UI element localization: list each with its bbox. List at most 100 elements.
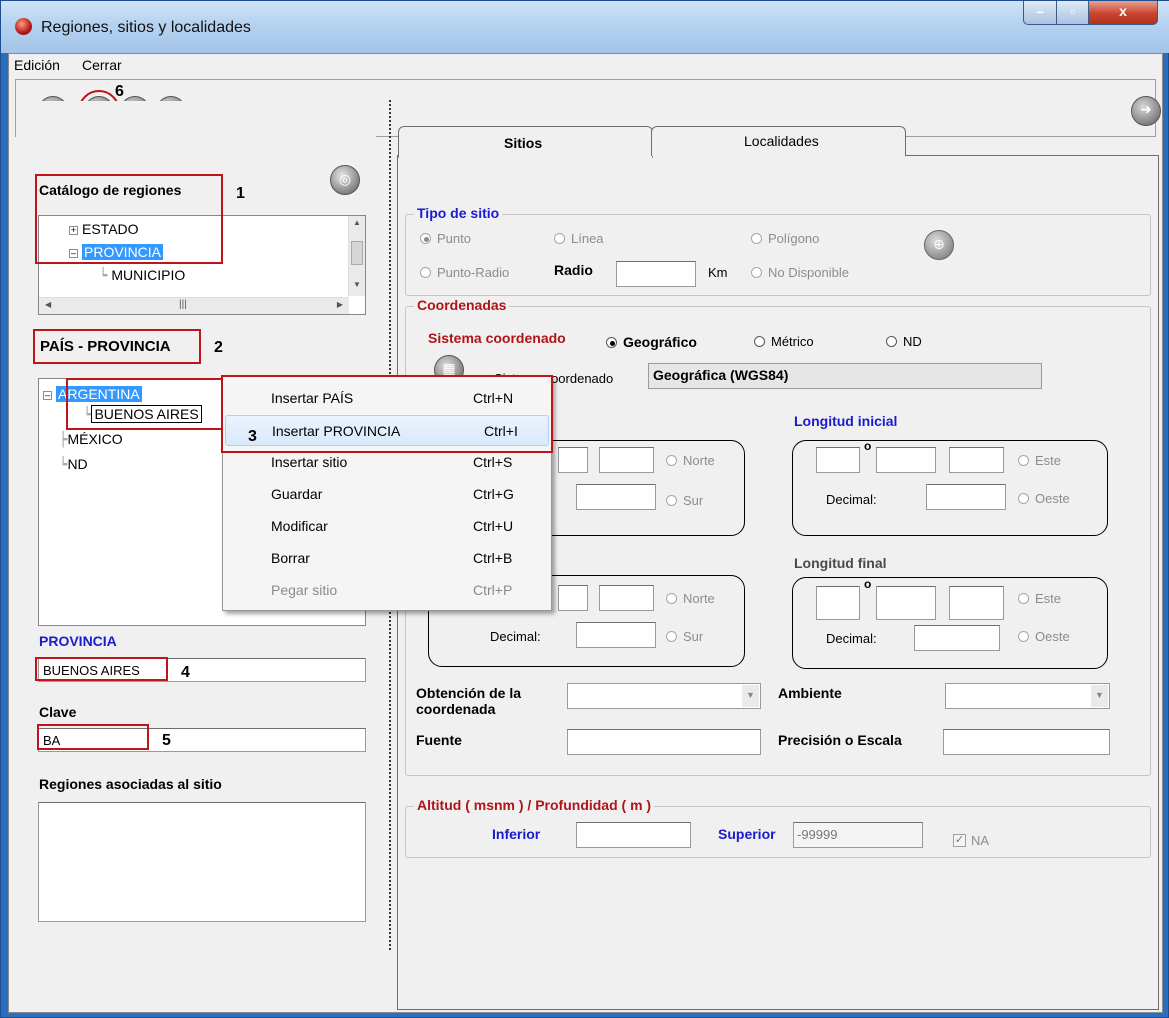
radio-lon-ini-este[interactable]: Este [1018,453,1061,468]
altitud-group: Altitud ( msnm ) / Profundidad ( m ) Inf… [405,797,1151,858]
globe-button[interactable]: ◎ [330,165,360,195]
longitud-final-label: Longitud final [794,555,887,571]
exit-button[interactable]: ➜ [1131,96,1161,126]
radio-dot [666,455,677,466]
chevron-down-icon[interactable]: ▼ [742,685,759,707]
lat-ini-decimal-input[interactable] [576,484,656,510]
tree-item-mexico[interactable]: ┝MÉXICO [59,431,123,448]
radio-dot [1018,631,1029,642]
lon-fin-min-input[interactable] [876,586,936,620]
lat-fin-deg-input[interactable] [558,585,588,611]
annotation-number-3: 3 [248,428,257,445]
tab-sitios[interactable]: Sitios [398,126,653,158]
annotation-number-6: 6 [115,83,124,100]
radio-punto-radio[interactable]: Punto-Radio [420,265,509,280]
window-title: Regiones, sitios y localidades [41,19,251,36]
ambiente-label: Ambiente [778,685,842,701]
minimize-button[interactable]: – [1023,1,1057,25]
annotation-box-context [221,375,553,453]
radio-linea[interactable]: Línea [554,231,604,246]
tipo-sitio-title: Tipo de sitio [414,205,503,221]
radio-geografico[interactable]: Geográfico [606,334,697,350]
lon-fin-decimal-label: Decimal: [826,631,877,646]
tab-localidades[interactable]: Localidades [651,126,906,156]
superior-input[interactable]: -99999 [793,822,923,848]
menu-item-borrar[interactable]: Borrar Ctrl+B [223,543,551,574]
globe-icon: ◎ [338,171,352,187]
lon-ini-min-input[interactable] [876,447,936,473]
close-button[interactable]: x [1088,1,1158,25]
fuente-input[interactable] [567,729,761,755]
crosshair-icon: ⊕ [933,236,945,252]
scroll-right-icon[interactable]: ▶ [337,300,343,309]
title-bar[interactable]: Regiones, sitios y localidades – ▫ x [1,1,1169,53]
lon-fin-decimal-input[interactable] [914,625,1000,651]
radio-dot [751,267,762,278]
ladybug-app-icon [15,18,32,35]
radio-dot [666,495,677,506]
menu-item-guardar[interactable]: Guardar Ctrl+G [223,479,551,510]
catalog-scrollbar-vertical[interactable]: ▲ ▼ [348,216,365,296]
sistema-coordenado-label: Sistema coordenado [428,330,566,346]
radio-lat-ini-sur[interactable]: Sur [666,493,703,508]
regiones-list[interactable] [38,802,366,922]
radio-dot [666,631,677,642]
menu-item-pegar-sitio[interactable]: Pegar sitio Ctrl+P [223,575,551,606]
radio-dot [420,233,431,244]
chevron-down-icon[interactable]: ▼ [1091,685,1108,707]
catalog-scrollbar-horizontal[interactable]: ◀ ||| ▶ [39,297,349,314]
inferior-input[interactable] [576,822,691,848]
na-checkbox[interactable]: ✓ [953,834,966,847]
obtencion-label: Obtención de la coordenada [416,685,522,717]
radio-lat-ini-norte[interactable]: Norte [666,453,715,468]
menu-cerrar[interactable]: Cerrar [82,57,122,73]
lon-fin-deg-input[interactable] [816,586,860,620]
lon-ini-deg-input[interactable] [816,447,860,473]
radio-lat-fin-norte[interactable]: Norte [666,591,715,606]
lat-ini-sec-input[interactable] [599,447,654,473]
lon-ini-sec-input[interactable] [949,447,1004,473]
scroll-up-icon[interactable]: ▲ [353,218,361,227]
lon-fin-sec-input[interactable] [949,586,1004,620]
scroll-thumb[interactable] [351,241,363,265]
superior-label: Superior [718,826,776,842]
radio-input[interactable] [616,261,696,287]
radio-dot [420,267,431,278]
inferior-label: Inferior [492,826,541,842]
collapse-icon[interactable]: – [43,390,52,400]
obtencion-select[interactable]: ▼ [567,683,761,709]
fuente-label: Fuente [416,732,462,748]
annotation-number-2: 2 [214,339,223,356]
radio-dot [754,336,765,347]
menu-item-modificar[interactable]: Modificar Ctrl+U [223,511,551,542]
radio-punto[interactable]: Punto [420,231,471,246]
lat-fin-sec-input[interactable] [599,585,654,611]
radio-dot [666,593,677,604]
radio-poligono[interactable]: Polígono [751,231,819,246]
lon-ini-decimal-input[interactable] [926,484,1006,510]
close-icon: x [1119,3,1127,19]
radio-lon-fin-este[interactable]: Este [1018,591,1061,606]
tree-item-municipio[interactable]: ┕ MUNICIPIO [99,267,185,284]
radio-no-disponible[interactable]: No Disponible [751,265,849,280]
annotation-box-clave [37,724,149,750]
menu-bar: Edición Cerrar [9,54,1162,76]
maximize-button[interactable]: ▫ [1056,1,1089,25]
scroll-down-icon[interactable]: ▼ [353,280,361,289]
minimize-icon: – [1036,3,1044,19]
menu-edicion[interactable]: Edición [14,57,60,73]
radio-lon-fin-oeste[interactable]: Oeste [1018,629,1070,644]
lat-fin-decimal-input[interactable] [576,622,656,648]
annotation-box-argentina [66,378,232,430]
tree-item-nd[interactable]: ┕ND [59,456,88,473]
precision-input[interactable] [943,729,1110,755]
radio-lat-fin-sur[interactable]: Sur [666,629,703,644]
lat-ini-deg-input[interactable] [558,447,588,473]
radio-lon-ini-oeste[interactable]: Oeste [1018,491,1070,506]
scroll-left-icon[interactable]: ◀ [45,300,51,309]
radio-nd[interactable]: ND [886,334,922,349]
radio-dot [606,337,617,348]
ambiente-select[interactable]: ▼ [945,683,1110,709]
radio-metrico[interactable]: Métrico [754,334,814,349]
crosshair-button[interactable]: ⊕ [924,230,954,260]
